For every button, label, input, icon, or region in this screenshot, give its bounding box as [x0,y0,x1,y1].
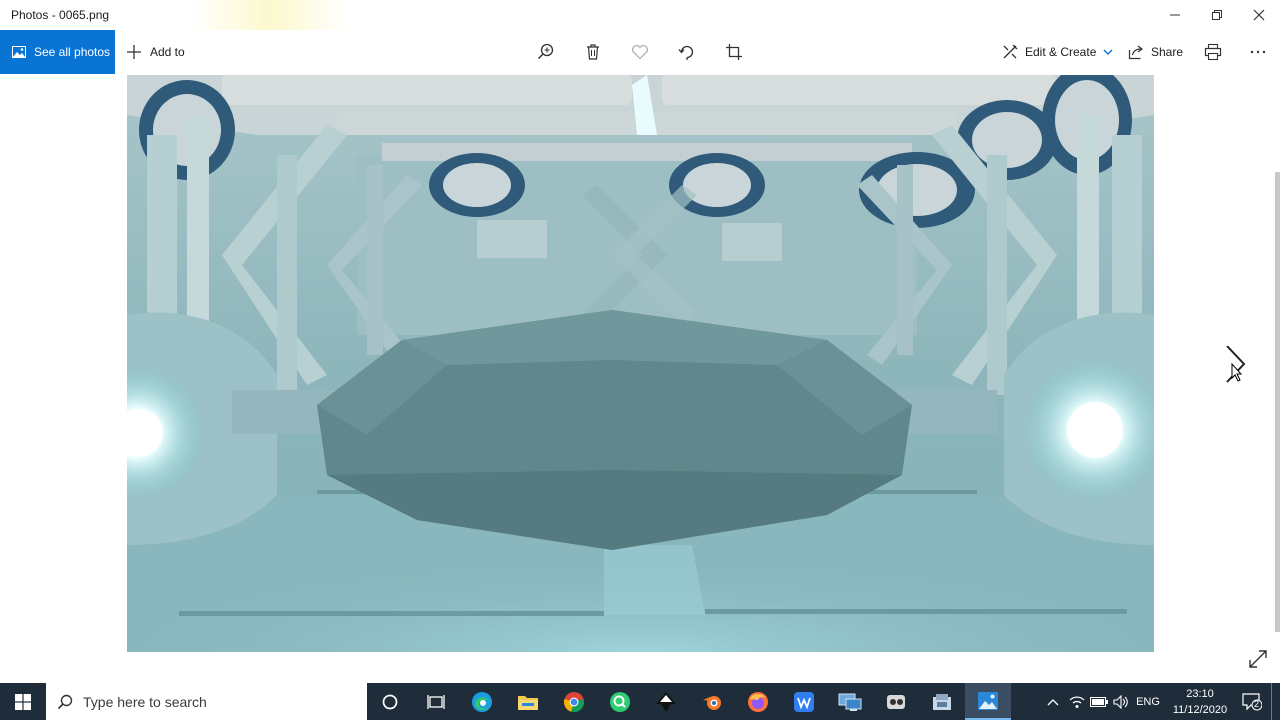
language-indicator[interactable]: ENG [1134,683,1162,720]
minimize-icon [1170,14,1180,16]
language-label: ENG [1136,695,1160,708]
blender-button[interactable] [689,683,735,720]
volume-tray[interactable] [1110,683,1132,720]
clock[interactable]: 23:10 11/12/2020 [1166,686,1234,718]
close-icon [1253,9,1265,21]
chevron-down-icon [1103,49,1113,56]
maximize-button[interactable] [1193,0,1239,30]
search-placeholder: Type here to search [83,693,207,710]
print-button[interactable] [1202,41,1224,63]
taskbar: Type here to search ENG 23:10 11/12/2020… [0,683,1280,720]
app-icon-2 [933,693,951,710]
cortana-button[interactable] [367,683,413,720]
share-icon [1128,45,1143,60]
spaceship-scene [127,75,1154,652]
see-all-photos-button[interactable]: See all photos [0,30,115,74]
delete-icon [587,44,599,60]
favorite-heart-icon [632,45,648,60]
notification-count: 2 [1254,699,1260,709]
zoom-icon [537,43,554,60]
blender-icon [703,695,721,710]
photos-app-button[interactable] [965,683,1011,720]
app-button[interactable] [873,683,919,720]
favorite-button[interactable] [629,41,651,63]
firefox-icon [748,691,768,712]
edge-button[interactable] [459,683,505,720]
crop-icon [726,44,742,60]
wps-writer-icon [794,691,814,712]
window-title: Photos - 0065.png [11,8,110,22]
show-hidden-icons[interactable] [1042,683,1064,720]
scrollbar[interactable] [1275,172,1280,632]
wps-writer-button[interactable] [781,683,827,720]
title-bar: Photos - 0065.png [0,0,1280,30]
show-desktop[interactable] [1271,683,1280,720]
clock-time: 23:10 [1186,688,1214,700]
file-explorer-icon [518,695,538,710]
edit-create-icon [1003,44,1018,59]
edit-create-label: Edit & Create [1025,45,1097,59]
search-icon [57,694,73,709]
remote-desktop-icon [838,693,862,711]
close-button[interactable] [1236,0,1280,30]
image-viewer [0,74,1280,684]
title-glow [190,0,350,30]
photo-image [127,75,1154,652]
more-icon [1250,50,1266,54]
green-app-icon [610,691,630,712]
photos-icon [978,691,998,710]
inkscape-button[interactable] [643,683,689,720]
add-to-button[interactable]: Add to [126,30,185,74]
next-arrow-icon[interactable] [1222,346,1248,386]
app-icon [887,694,905,709]
crop-button[interactable] [723,41,745,63]
rotate-icon [678,45,694,60]
plus-icon [127,45,141,59]
zoom-button[interactable] [535,41,557,63]
see-all-photos-label: See all photos [34,45,111,59]
task-view-icon [427,694,445,709]
chrome-button[interactable] [551,683,597,720]
battery-icon [1090,696,1108,707]
remote-desktop-button[interactable] [827,683,873,720]
chrome-icon [564,691,584,712]
photos-toolbar: See all photos Add to Edit & Create Shar… [0,30,1280,74]
battery-tray[interactable] [1088,683,1110,720]
file-explorer-button[interactable] [505,683,551,720]
task-view-button[interactable] [413,683,459,720]
green-app-button[interactable] [597,683,643,720]
share-label: Share [1151,45,1184,59]
minimize-button[interactable] [1152,0,1198,30]
edge-icon [472,691,492,712]
volume-icon [1113,694,1128,709]
wifi-icon [1069,696,1085,708]
add-to-label: Add to [150,45,185,59]
expand-icon[interactable] [1248,649,1268,669]
clock-date: 11/12/2020 [1172,704,1228,716]
cortana-icon [382,694,398,709]
maximize-icon [1212,10,1222,20]
firefox-button[interactable] [735,683,781,720]
photos-icon [12,46,26,58]
notification-center[interactable]: 2 [1238,683,1266,720]
rotate-button[interactable] [676,41,698,63]
share-button[interactable]: Share [1128,30,1183,74]
print-icon [1204,43,1222,61]
taskbar-search[interactable]: Type here to search [46,683,367,720]
edit-create-button[interactable]: Edit & Create [1002,30,1114,74]
start-button[interactable] [0,683,45,720]
more-button[interactable] [1247,41,1269,63]
delete-button[interactable] [582,41,604,63]
inkscape-icon [656,691,676,712]
app-button-2[interactable] [919,683,965,720]
network-tray[interactable] [1066,683,1088,720]
windows-icon [14,693,31,710]
chevron-up-icon [1047,698,1059,705]
